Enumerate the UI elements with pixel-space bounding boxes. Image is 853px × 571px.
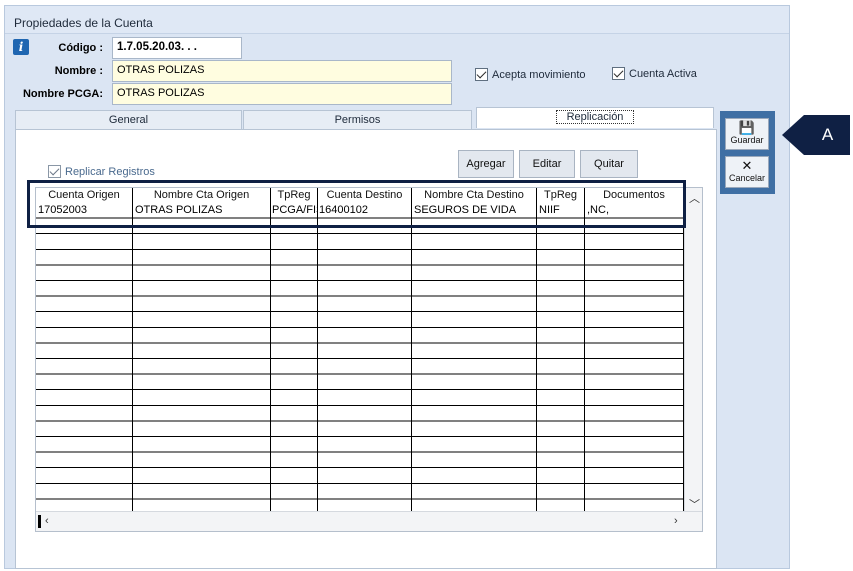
close-icon: ✕ <box>741 158 753 173</box>
replicar-registros-checkbox[interactable]: Replicar Registros <box>48 165 155 178</box>
action-sidebar: 💾 Guardar ✕ Cancelar <box>720 111 775 194</box>
codigo-label: Código : <box>58 42 103 54</box>
quitar-button[interactable]: Quitar <box>580 150 638 178</box>
nombre-field[interactable]: OTRAS POLIZAS <box>112 60 452 82</box>
grid-col-divider <box>411 188 412 512</box>
scroll-left-icon[interactable]: ‹ <box>45 515 49 527</box>
tab-general[interactable]: General <box>15 110 242 130</box>
scroll-thumb[interactable] <box>38 515 41 528</box>
guardar-button[interactable]: 💾 Guardar <box>725 118 769 150</box>
replication-grid: Cuenta Origen Nombre Cta Origen TpReg Cu… <box>35 187 703 532</box>
replicar-registros-label: Replicar Registros <box>65 165 155 178</box>
tab-strip: General Permisos Replicación <box>15 107 715 130</box>
horizontal-scrollbar[interactable]: ‹ › <box>36 511 702 531</box>
row-highlight-box <box>27 180 686 228</box>
tab-replicacion[interactable]: Replicación <box>476 107 714 128</box>
grid-col-divider <box>536 188 537 512</box>
grid-col-divider <box>317 188 318 512</box>
grid-col-divider <box>270 188 271 512</box>
acepta-movimiento-checkbox[interactable]: Acepta movimiento <box>475 68 586 81</box>
cuenta-activa-checkbox[interactable]: Cuenta Activa <box>612 67 697 80</box>
callout-label: A <box>821 125 834 144</box>
account-properties-window: Propiedades de la Cuenta i Código : 1.7.… <box>4 5 790 569</box>
grid-col-divider <box>132 188 133 512</box>
codigo-field[interactable]: 1.7.05.20.03. . . <box>112 37 242 59</box>
acepta-movimiento-label: Acepta movimiento <box>492 68 586 81</box>
nombre-pcga-label: Nombre PCGA: <box>22 88 103 100</box>
checkbox-checked-icon <box>48 165 61 178</box>
vertical-scrollbar[interactable]: ︿ ﹀ <box>684 188 702 512</box>
scroll-down-icon[interactable]: ﹀ <box>689 496 700 512</box>
cuenta-activa-label: Cuenta Activa <box>629 67 697 80</box>
tab-replicacion-label: Replicación <box>555 110 635 124</box>
nombre-pcga-field[interactable]: OTRAS POLIZAS <box>112 83 452 105</box>
title-bar: Propiedades de la Cuenta <box>5 6 789 34</box>
save-icon: 💾 <box>738 120 756 135</box>
cancelar-label: Cancelar <box>728 173 766 183</box>
tab-permisos[interactable]: Permisos <box>243 110 472 130</box>
scroll-up-icon[interactable]: ︿ <box>689 190 700 206</box>
grid-row-lines <box>36 188 685 512</box>
agregar-button[interactable]: Agregar <box>458 150 514 178</box>
checkbox-checked-icon <box>612 67 625 80</box>
checkbox-checked-icon <box>475 68 488 81</box>
cancelar-button[interactable]: ✕ Cancelar <box>725 156 769 188</box>
nombre-label: Nombre : <box>54 65 103 77</box>
info-icon: i <box>13 39 29 55</box>
window-title: Propiedades de la Cuenta <box>14 16 153 30</box>
grid-col-divider <box>584 188 585 512</box>
editar-button[interactable]: Editar <box>519 150 575 178</box>
guardar-label: Guardar <box>730 135 764 145</box>
scroll-right-icon[interactable]: › <box>674 515 678 527</box>
